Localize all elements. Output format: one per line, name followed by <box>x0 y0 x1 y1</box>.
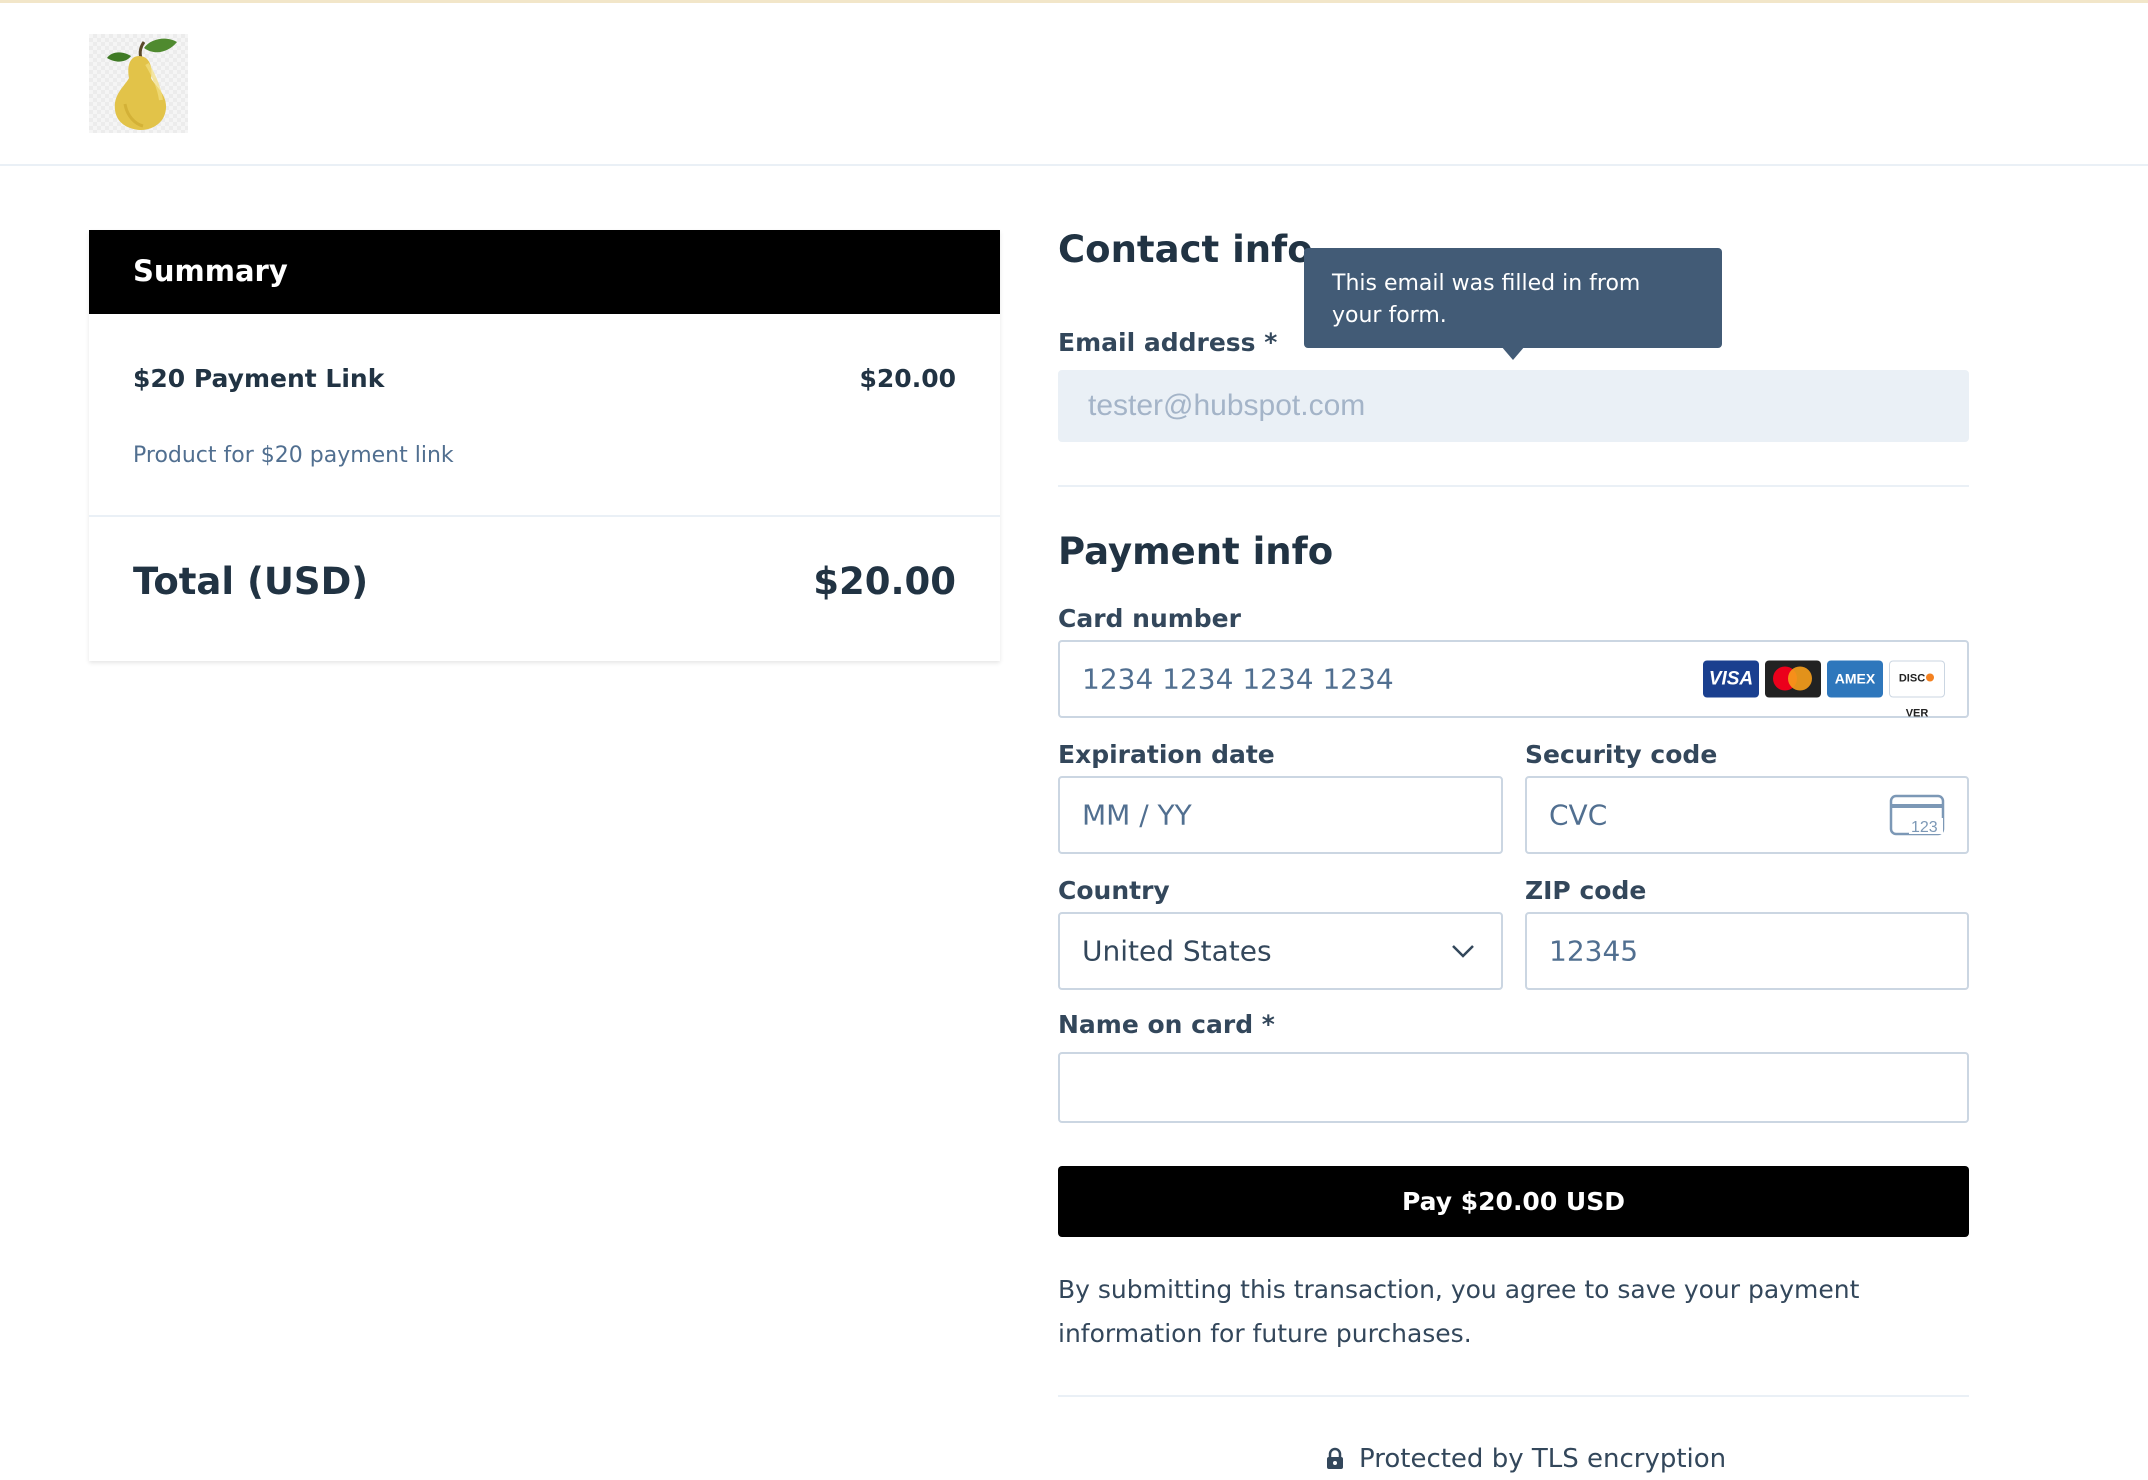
zip-code-input[interactable]: 12345 <box>1525 912 1969 990</box>
total-label: Total (USD) <box>133 560 369 603</box>
zip-code-label: ZIP code <box>1525 876 1647 905</box>
line-item-description: Product for $20 payment link <box>133 443 454 468</box>
payment-info-title: Payment info <box>1058 530 1334 573</box>
security-code-placeholder: CVC <box>1549 798 1608 832</box>
visa-icon: VISA <box>1703 660 1759 698</box>
security-note: Protected by TLS encryption <box>1325 1444 1726 1474</box>
chevron-down-icon <box>1452 945 1474 958</box>
country-value: United States <box>1082 934 1272 968</box>
pear-logo-icon <box>89 34 188 133</box>
section-divider <box>1058 485 1969 487</box>
security-note-text: Protected by TLS encryption <box>1359 1444 1727 1474</box>
contact-info-title: Contact info <box>1058 228 1313 271</box>
footer-divider <box>1058 1395 1969 1397</box>
security-code-input[interactable]: CVC 123 <box>1525 776 1969 854</box>
summary-card: Summary $20 Payment Link $20.00 Product … <box>89 230 1000 661</box>
country-select[interactable]: United States <box>1058 912 1503 990</box>
tooltip-arrow <box>1501 346 1525 360</box>
summary-title: Summary <box>133 254 288 288</box>
line-item-name: $20 Payment Link <box>133 364 385 393</box>
lock-icon <box>1327 1447 1343 1469</box>
expiration-input[interactable]: MM / YY <box>1058 776 1503 854</box>
country-label: Country <box>1058 876 1170 905</box>
total-value: $20.00 <box>813 560 956 603</box>
amex-icon: AMEX <box>1827 660 1883 698</box>
svg-text:123: 123 <box>1911 819 1938 836</box>
header <box>0 3 2148 166</box>
card-number-label: Card number <box>1058 604 1241 633</box>
summary-divider <box>89 515 1000 517</box>
email-autofill-tooltip: This email was filled in from your form. <box>1304 248 1722 348</box>
line-item-price: $20.00 <box>859 364 956 393</box>
zip-code-placeholder: 12345 <box>1549 934 1639 968</box>
terms-text: By submitting this transaction, you agre… <box>1058 1275 1860 1348</box>
discover-icon: DISCVER <box>1889 660 1945 720</box>
card-number-placeholder: 1234 1234 1234 1234 <box>1082 662 1394 696</box>
summary-header: Summary <box>89 230 1000 314</box>
expiration-placeholder: MM / YY <box>1082 798 1192 832</box>
email-label: Email address * <box>1058 328 1278 357</box>
email-field[interactable]: tester@hubspot.com <box>1058 370 1969 442</box>
mastercard-icon <box>1765 660 1821 698</box>
pay-button[interactable]: Pay $20.00 USD <box>1058 1166 1969 1237</box>
expiration-label: Expiration date <box>1058 740 1275 769</box>
cvc-card-icon: 123 <box>1889 794 1945 836</box>
card-number-input[interactable]: 1234 1234 1234 1234 VISA AMEX DISCVER <box>1058 640 1969 720</box>
email-value: tester@hubspot.com <box>1088 389 1366 422</box>
card-brand-logos: VISA AMEX DISCVER <box>1703 660 1945 720</box>
name-on-card-label: Name on card * <box>1058 1010 1275 1039</box>
name-on-card-input[interactable] <box>1058 1052 1969 1123</box>
security-code-label: Security code <box>1525 740 1718 769</box>
